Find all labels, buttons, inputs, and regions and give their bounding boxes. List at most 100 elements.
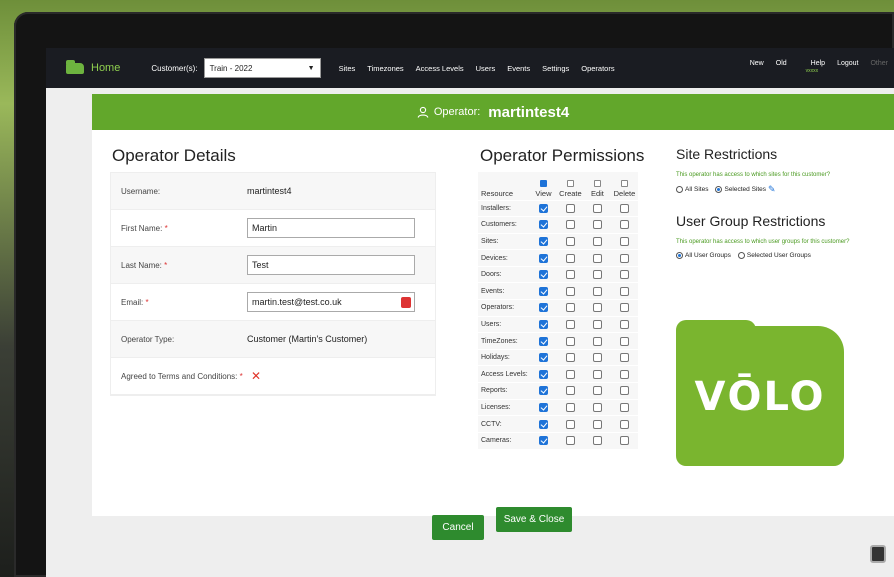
create-checkbox[interactable] <box>565 336 575 346</box>
all-user-groups-option[interactable]: All User Groups <box>676 252 731 259</box>
all-user-groups-radio[interactable] <box>676 252 683 259</box>
header-delete-checkbox[interactable] <box>620 179 628 187</box>
header-view[interactable]: View <box>530 172 557 200</box>
edit-checkbox[interactable] <box>592 419 602 429</box>
view-checkbox[interactable] <box>538 353 548 363</box>
delete-checkbox[interactable] <box>619 303 629 313</box>
cancel-button[interactable]: Cancel <box>432 515 484 540</box>
menu-events[interactable]: Events <box>507 64 530 73</box>
delete-checkbox[interactable] <box>619 402 629 412</box>
menu-users[interactable]: Users <box>476 64 496 73</box>
delete-checkbox[interactable] <box>619 286 629 296</box>
edit-checkbox[interactable] <box>592 236 602 246</box>
email-action-icon[interactable] <box>401 297 411 308</box>
create-checkbox[interactable] <box>565 253 575 263</box>
delete-checkbox[interactable] <box>619 419 629 429</box>
delete-checkbox[interactable] <box>619 353 629 363</box>
create-checkbox[interactable] <box>565 369 575 379</box>
email-input[interactable]: martin.test@test.co.uk <box>247 292 415 312</box>
volo-logo: VŌLO <box>676 320 844 466</box>
selected-user-groups-radio[interactable] <box>737 252 745 259</box>
menu-new[interactable]: New <box>750 60 764 67</box>
view-checkbox[interactable] <box>538 436 548 446</box>
view-checkbox[interactable] <box>538 236 548 246</box>
header-edit-checkbox[interactable] <box>593 179 601 187</box>
create-checkbox[interactable] <box>565 319 575 329</box>
header-edit[interactable]: Edit <box>584 172 611 200</box>
delete-checkbox[interactable] <box>619 369 629 379</box>
edit-checkbox[interactable] <box>592 369 602 379</box>
edit-checkbox[interactable] <box>592 220 602 230</box>
view-checkbox[interactable] <box>538 220 548 230</box>
header-create[interactable]: Create <box>557 172 584 200</box>
edit-checkbox[interactable] <box>592 386 602 396</box>
customer-select[interactable]: Train - 2022 ▼ <box>203 58 321 78</box>
view-checkbox[interactable] <box>538 270 548 280</box>
delete-checkbox[interactable] <box>619 270 629 280</box>
selected-user-groups-option[interactable]: Selected User Groups <box>737 252 811 259</box>
selected-sites-radio[interactable] <box>715 186 723 193</box>
permission-cell <box>583 299 611 317</box>
create-checkbox[interactable] <box>565 386 575 396</box>
view-checkbox[interactable] <box>538 402 548 412</box>
selected-sites-option[interactable]: Selected Sites ✎ <box>715 184 776 195</box>
last-name-input[interactable]: Test <box>247 255 415 275</box>
edit-checkbox[interactable] <box>592 286 602 296</box>
edit-checkbox[interactable] <box>592 353 602 363</box>
create-checkbox[interactable] <box>565 270 575 280</box>
create-checkbox[interactable] <box>565 203 575 213</box>
delete-checkbox[interactable] <box>619 220 629 230</box>
home-link[interactable]: Home <box>66 59 120 74</box>
edit-checkbox[interactable] <box>592 436 602 446</box>
view-checkbox[interactable] <box>538 253 548 263</box>
view-checkbox[interactable] <box>538 203 548 213</box>
edit-checkbox[interactable] <box>592 203 602 213</box>
create-checkbox[interactable] <box>565 402 575 412</box>
menu-logout[interactable]: Logout <box>837 60 858 67</box>
first-name-input[interactable]: Martin <box>247 218 415 238</box>
edit-checkbox[interactable] <box>592 253 602 263</box>
create-checkbox[interactable] <box>565 220 575 230</box>
edit-checkbox[interactable] <box>592 319 602 329</box>
delete-checkbox[interactable] <box>619 236 629 246</box>
view-checkbox[interactable] <box>538 303 548 313</box>
save-close-button[interactable]: Save & Close <box>496 507 572 532</box>
header-delete[interactable]: Delete <box>611 172 638 200</box>
view-checkbox[interactable] <box>538 319 548 329</box>
menu-settings[interactable]: Settings <box>542 64 569 73</box>
create-checkbox[interactable] <box>565 236 575 246</box>
permission-cell <box>583 431 611 449</box>
edit-checkbox[interactable] <box>592 336 602 346</box>
menu-sites[interactable]: Sites <box>339 64 356 73</box>
create-checkbox[interactable] <box>565 286 575 296</box>
all-sites-radio[interactable] <box>676 186 683 193</box>
header-create-checkbox[interactable] <box>566 179 574 187</box>
edit-checkbox[interactable] <box>592 303 602 313</box>
delete-checkbox[interactable] <box>619 253 629 263</box>
view-checkbox[interactable] <box>538 336 548 346</box>
edit-checkbox[interactable] <box>592 402 602 412</box>
delete-checkbox[interactable] <box>619 203 629 213</box>
view-checkbox[interactable] <box>538 369 548 379</box>
create-checkbox[interactable] <box>565 303 575 313</box>
menu-old[interactable]: Old <box>776 60 787 67</box>
create-checkbox[interactable] <box>565 436 575 446</box>
menu-operators[interactable]: Operators <box>581 64 614 73</box>
create-checkbox[interactable] <box>565 419 575 429</box>
view-checkbox[interactable] <box>538 286 548 296</box>
delete-checkbox[interactable] <box>619 386 629 396</box>
view-checkbox[interactable] <box>538 386 548 396</box>
header-view-checkbox[interactable] <box>539 179 547 187</box>
all-sites-option[interactable]: All Sites <box>676 186 708 193</box>
delete-checkbox[interactable] <box>619 436 629 446</box>
edit-checkbox[interactable] <box>592 270 602 280</box>
view-checkbox[interactable] <box>538 419 548 429</box>
menu-access-levels[interactable]: Access Levels <box>416 64 464 73</box>
pencil-icon[interactable]: ✎ <box>768 184 776 195</box>
delete-checkbox[interactable] <box>619 319 629 329</box>
menu-other[interactable]: Other <box>870 60 888 67</box>
delete-checkbox[interactable] <box>619 336 629 346</box>
menu-help[interactable]: Help vxxxx <box>799 60 825 74</box>
create-checkbox[interactable] <box>565 353 575 363</box>
menu-timezones[interactable]: Timezones <box>367 64 403 73</box>
